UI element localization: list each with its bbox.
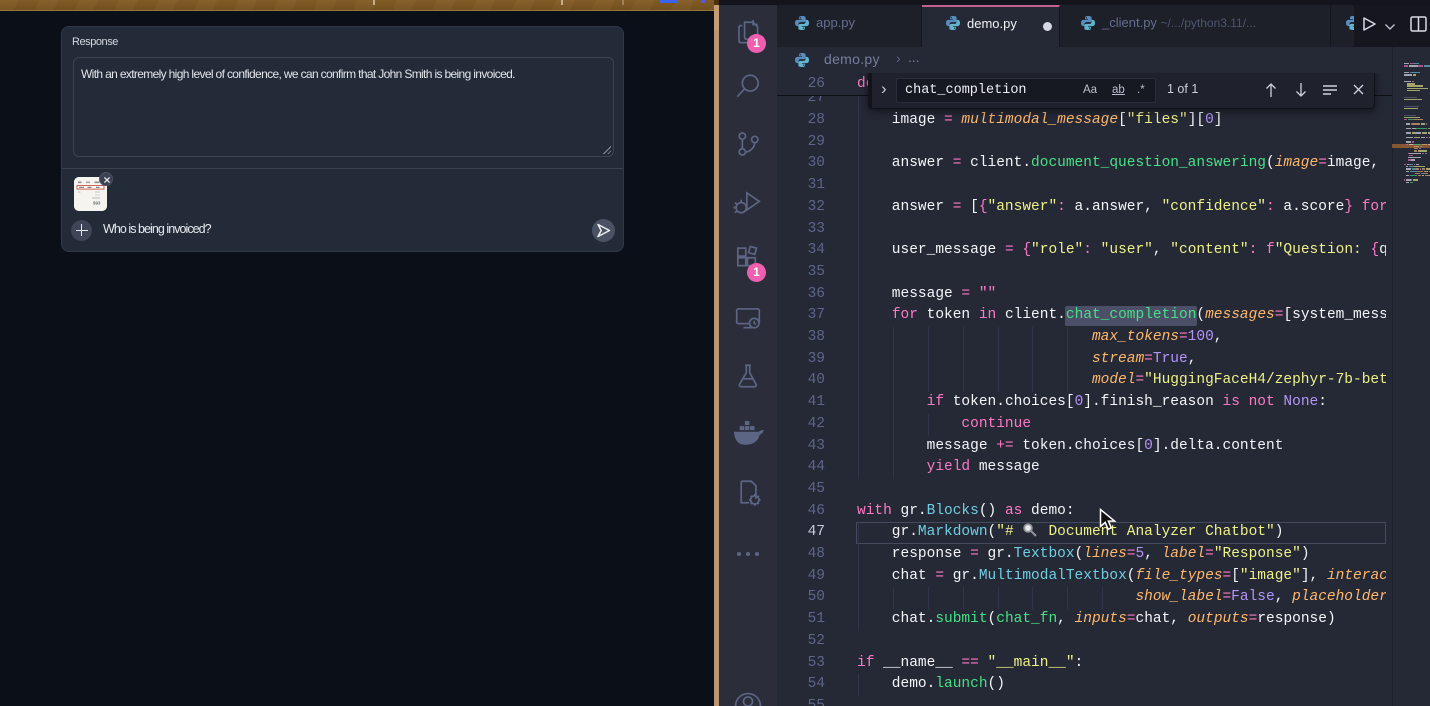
svg-text:$93: $93 [93,201,101,206]
